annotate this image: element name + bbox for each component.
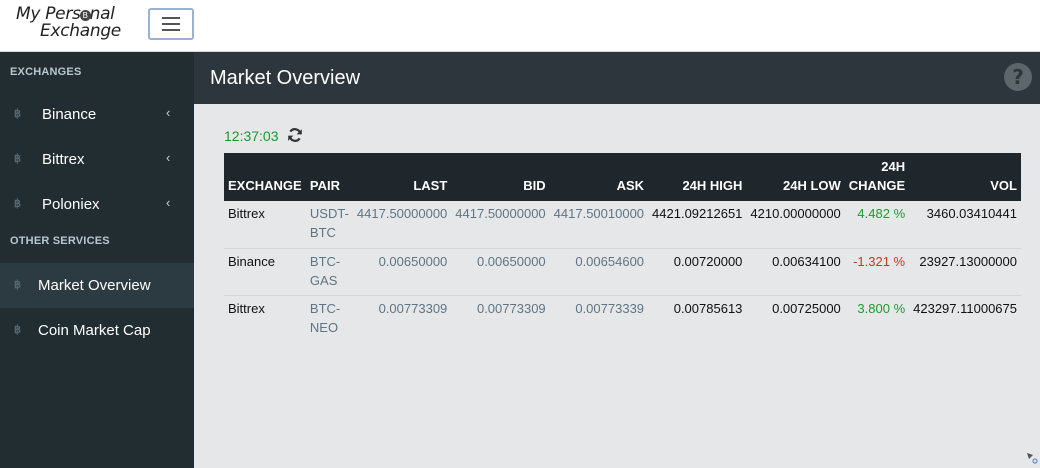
page-title: Market Overview (210, 67, 361, 89)
help-icon[interactable]: ? (1004, 63, 1032, 91)
cell-vol: 3460.03410441 (909, 201, 1021, 249)
chevron-left-icon: ‹ (166, 195, 171, 210)
table-row[interactable]: Bittrex BTC- NEO 0.00773309 0.00773309 0.… (224, 295, 1021, 342)
column-header-ask[interactable]: ASK (550, 153, 648, 201)
column-header-last[interactable]: LAST (353, 153, 451, 201)
chevron-left-icon: ‹ (166, 105, 171, 120)
cell-24h-low: 0.00634100 (746, 248, 845, 296)
column-header-change-line-1: 24H (881, 159, 906, 174)
cell-exchange: Bittrex (228, 300, 265, 316)
pair-quote: NEO (309, 319, 339, 335)
column-header-24h-change[interactable]: 24H CHANGE (845, 153, 909, 201)
cell-bid: 0.00650000 (451, 248, 550, 296)
column-header-24h-high[interactable]: 24H HIGH (648, 153, 746, 201)
column-header-bid[interactable]: BID (451, 153, 549, 201)
cell-24h-change: 3.800 % (857, 300, 906, 316)
cell-last: 0.00773309 (378, 300, 448, 316)
sidebar-section-other-services: OTHER SERVICES (10, 235, 110, 247)
sidebar-item-coin-market-cap[interactable]: ฿ Coin Market Cap (0, 308, 194, 353)
bitcoin-icon: ฿ (14, 198, 21, 210)
table-header-row: EXCHANGE PAIR LAST BID ASK 24H HIGH 24H … (224, 153, 1021, 201)
sidebar-item-binance[interactable]: ฿ Binance ‹ (0, 92, 194, 137)
brand-text-line-2: Exchange (40, 21, 121, 41)
sidebar-item-label: Coin Market Cap (38, 322, 151, 339)
cell-ask: 0.00773339 (575, 300, 645, 316)
sidebar-item-label: Bittrex (42, 151, 85, 168)
pair-base: BTC- (309, 253, 341, 269)
cell-24h-change: 4.482 % (844, 201, 910, 249)
column-header-pair[interactable]: PAIR (306, 153, 353, 201)
brand-logo[interactable]: My Pers Bnal Exchange (16, 6, 136, 40)
sidebar-item-label: Market Overview (38, 277, 151, 294)
table-row[interactable]: Binance BTC- GAS 0.00650000 0.00650000 0.… (224, 248, 1021, 296)
pair-quote: GAS (309, 272, 338, 288)
cell-exchange: Bittrex (224, 201, 306, 249)
sidebar-item-label: Poloniex (42, 196, 100, 213)
cell-ask: 0.00654600 (549, 248, 649, 296)
cell-pair[interactable]: BTC- GAS (305, 248, 353, 296)
cell-bid: 0.00773309 (476, 300, 546, 316)
resize-handle-icon[interactable] (1026, 452, 1038, 464)
bitcoin-icon: ฿ (14, 153, 21, 165)
sidebar-item-poloniex[interactable]: ฿ Poloniex ‹ (0, 182, 194, 227)
bitcoin-icon: ฿ (14, 279, 21, 291)
cell-ask: 4417.50010000 (549, 201, 649, 249)
chevron-left-icon: ‹ (166, 150, 171, 165)
refresh-icon[interactable] (287, 127, 303, 143)
cell-pair[interactable]: USDT- BTC (305, 201, 353, 249)
sidebar: EXCHANGES ฿ Binance ‹ ฿ Bittrex ‹ ฿ Polo… (0, 52, 194, 468)
cell-last: 0.00650000 (352, 248, 452, 296)
cell-last: 4417.50000000 (352, 201, 452, 249)
cell-vol: 423297.11000675 (913, 300, 1017, 316)
bitcoin-icon: ฿ (14, 108, 21, 120)
cell-24h-change: -1.321 % (844, 248, 910, 296)
sidebar-item-label: Binance (42, 106, 97, 123)
sidebar-toggle-button[interactable] (148, 8, 194, 40)
cell-24h-low: 4210.00000000 (746, 201, 845, 249)
column-header-24h-low[interactable]: 24H LOW (746, 153, 844, 201)
top-navbar: My Pers Bnal Exchange (0, 0, 1040, 52)
cell-exchange: Binance (224, 248, 306, 296)
cell-vol: 23927.13000000 (909, 248, 1021, 296)
cell-pair[interactable]: BTC- NEO (306, 295, 353, 342)
cell-24h-high: 0.00720000 (648, 248, 747, 296)
content-header: Market Overview ? (194, 52, 1040, 104)
last-update-time: 12:37:03 (224, 128, 279, 144)
market-table: EXCHANGE PAIR LAST BID ASK 24H HIGH 24H … (224, 153, 1021, 342)
hamburger-icon (162, 17, 180, 31)
cell-bid: 4417.50000000 (451, 201, 550, 249)
cell-24h-low: 0.00725000 (772, 300, 841, 316)
sidebar-item-bittrex[interactable]: ฿ Bittrex ‹ (0, 137, 194, 182)
column-header-exchange[interactable]: EXCHANGE (224, 153, 306, 201)
column-header-change-line-2: CHANGE (848, 178, 906, 193)
pair-quote: BTC (309, 225, 336, 240)
sidebar-item-market-overview[interactable]: ฿ Market Overview (0, 263, 194, 308)
sidebar-section-exchanges: EXCHANGES (10, 66, 82, 78)
cell-24h-high: 4421.09212651 (648, 201, 747, 249)
pair-base: BTC- (309, 300, 341, 316)
column-header-vol[interactable]: VOL (909, 153, 1021, 201)
bitcoin-icon: ฿ (14, 324, 21, 336)
table-row[interactable]: Bittrex USDT- BTC 4417.50000000 4417.5000… (224, 201, 1021, 249)
pair-base: USDT- (309, 206, 349, 221)
cell-24h-high: 0.00785613 (673, 300, 743, 316)
